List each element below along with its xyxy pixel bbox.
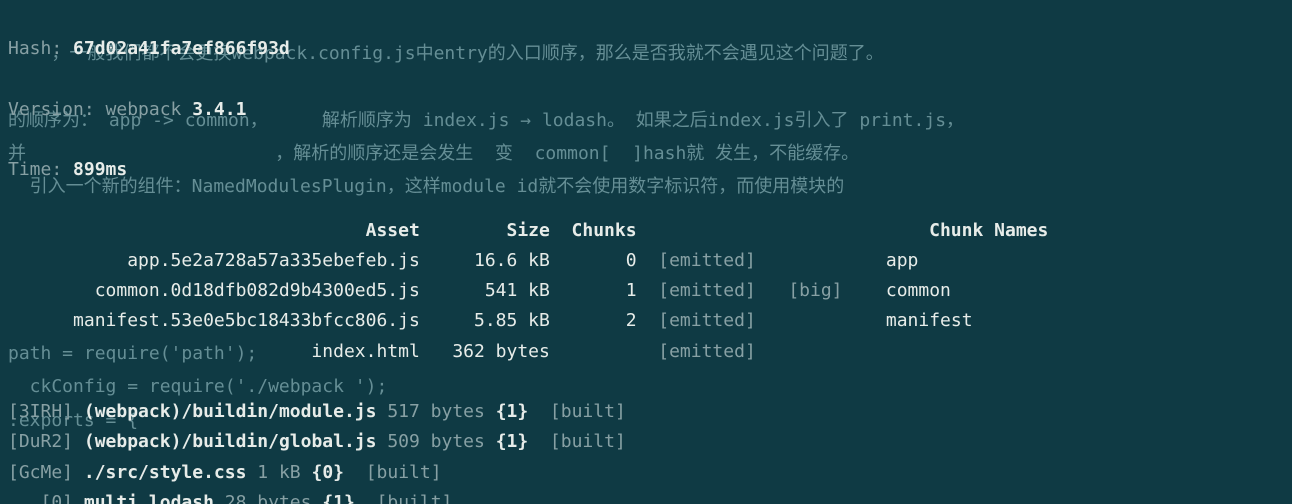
terminal-output: Hash: 67d02a41fa7ef866f93d Version: webp… xyxy=(0,0,1292,504)
asset-table: Asset Size Chunks Chunk Names app.5e2a72… xyxy=(8,216,1284,367)
module-list: [3IRH] (webpack)/buildin/module.js 517 b… xyxy=(8,397,1284,504)
version-line: Version: webpack 3.4.1 xyxy=(8,95,1284,125)
hash-line: Hash: 67d02a41fa7ef866f93d xyxy=(8,34,1284,64)
time-line: Time: 899ms xyxy=(8,155,1284,185)
